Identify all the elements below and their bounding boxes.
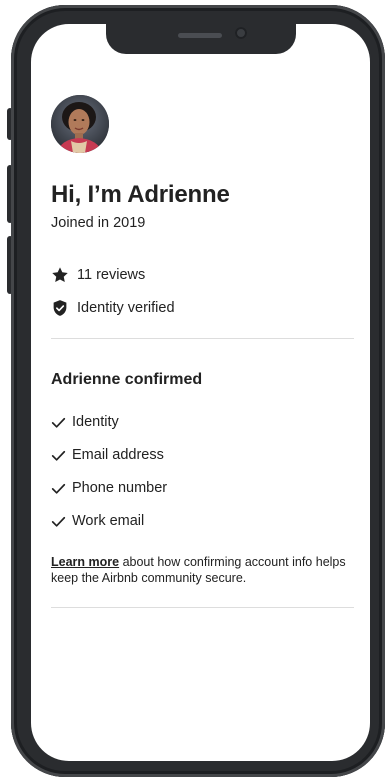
- shield-check-icon: [51, 299, 69, 317]
- confirmed-item-work-email: Work email: [51, 513, 144, 529]
- device-mockup: Hi, I’m Adrienne Joined in 2019 11 revie…: [0, 0, 385, 780]
- checkmark-icon: [51, 415, 66, 430]
- confirmed-item-phone: Phone number: [51, 480, 167, 496]
- checkmark-icon: [51, 448, 66, 463]
- page-title: Hi, I’m Adrienne: [51, 181, 230, 208]
- confirmed-item-identity: Identity: [51, 414, 119, 430]
- confirmed-section-title: Adrienne confirmed: [51, 371, 203, 388]
- learn-more-link[interactable]: Learn more: [51, 555, 119, 569]
- divider: [51, 607, 354, 608]
- checkmark-icon: [51, 514, 66, 529]
- list-item-label: Work email: [72, 513, 145, 529]
- phone-notch: [106, 24, 296, 54]
- speaker-grille: [178, 33, 222, 38]
- confirmation-footnote: Learn more about how confirming account …: [51, 554, 351, 586]
- checkmark-icon: [51, 481, 66, 496]
- identity-verified-label: Identity verified: [77, 300, 175, 316]
- front-camera: [235, 27, 247, 39]
- star-icon: [51, 266, 69, 284]
- reviews-label: 11 reviews: [77, 267, 146, 283]
- avatar[interactable]: [51, 95, 109, 153]
- profile-photo: [51, 95, 109, 153]
- reviews-stat[interactable]: 11 reviews: [51, 266, 145, 284]
- list-item-label: Email address: [72, 447, 164, 463]
- list-item-label: Phone number: [72, 480, 168, 496]
- identity-verified-stat: Identity verified: [51, 299, 175, 317]
- joined-date: Joined in 2019: [51, 215, 146, 231]
- divider: [51, 338, 354, 339]
- list-item-label: Identity: [72, 414, 119, 430]
- confirmed-item-email: Email address: [51, 447, 164, 463]
